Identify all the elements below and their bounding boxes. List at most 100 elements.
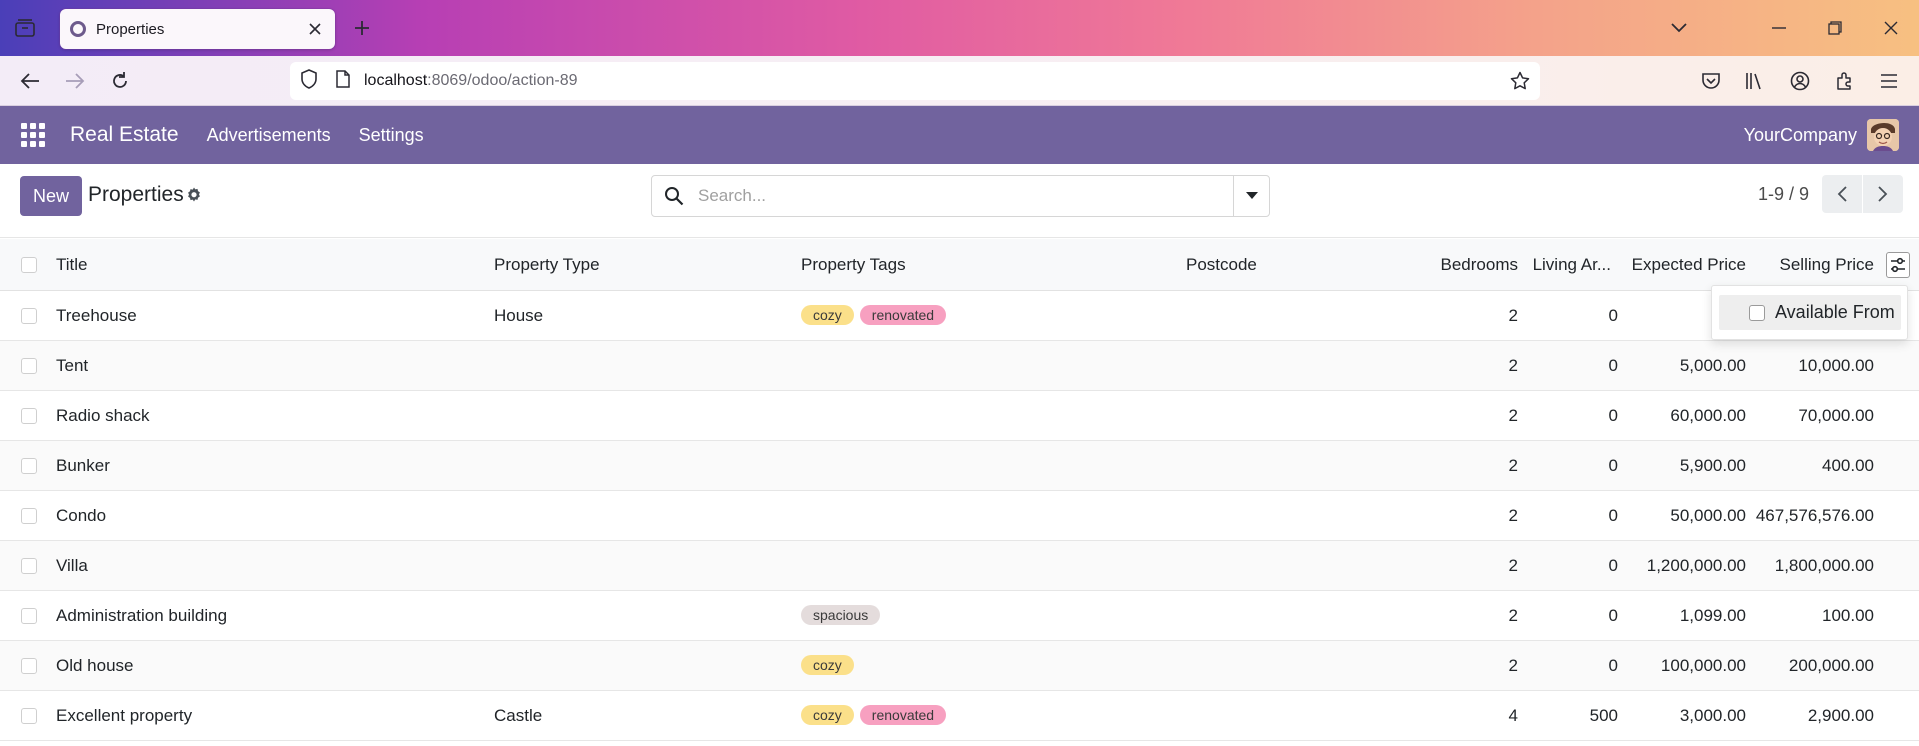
cell-bedrooms: 2 <box>1508 556 1518 575</box>
new-button[interactable]: New <box>20 176 82 216</box>
column-header-property-type[interactable]: Property Type <box>494 255 600 275</box>
page-title: Properties <box>88 183 184 206</box>
cell-expected-price: 50,000.00 <box>1670 506 1746 525</box>
table-row[interactable]: Tent 2 0 5,000.00 10,000.00 <box>0 341 1919 391</box>
pager-next-button[interactable] <box>1863 175 1903 213</box>
cell-title: Tent <box>56 356 89 375</box>
search-input[interactable] <box>698 186 1228 206</box>
cell-selling-price: 100.00 <box>1822 606 1874 625</box>
window-close-icon[interactable] <box>1863 0 1919 56</box>
row-checkbox[interactable] <box>21 708 37 724</box>
cell-title: Administration building <box>56 606 228 625</box>
cell-selling-price: 467,576,576.00 <box>1755 506 1874 525</box>
menu-advertisements[interactable]: Advertisements <box>207 125 331 146</box>
page-icon[interactable] <box>336 69 350 93</box>
table-row[interactable]: Old house cozy 2 0 100,000.00 200,000.00 <box>0 641 1919 691</box>
menu-settings[interactable]: Settings <box>359 125 424 146</box>
select-all-checkbox[interactable] <box>21 257 37 273</box>
row-checkbox[interactable] <box>21 458 37 474</box>
optional-column-available-from[interactable]: Available From <box>1719 295 1901 330</box>
column-header-selling-price[interactable]: Selling Price <box>1780 255 1875 275</box>
cell-title: Condo <box>56 506 107 525</box>
library-icon[interactable] <box>1742 68 1768 94</box>
cell-selling-price: 200,000.00 <box>1788 656 1874 675</box>
hamburger-menu-icon[interactable] <box>1876 68 1902 94</box>
gear-icon[interactable] <box>185 186 203 204</box>
table-row[interactable]: Bunker 2 0 5,900.00 400.00 <box>0 441 1919 491</box>
tag-badge: renovated <box>859 305 947 325</box>
table-row[interactable]: TreehouseHousecozyrenovated202,35 <box>0 291 1919 341</box>
company-switcher[interactable]: YourCompany <box>1744 125 1857 146</box>
table-row[interactable]: Administration building spacious 2 0 1,099.0… <box>0 591 1919 641</box>
app-brand[interactable]: Real Estate <box>70 123 179 147</box>
column-header-living-area[interactable]: Living Ar... <box>1533 255 1611 275</box>
cell-bedrooms: 2 <box>1508 306 1518 325</box>
back-arrow-icon[interactable] <box>17 68 43 94</box>
table-row[interactable]: Radio shack 2 0 60,000.00 70,000.00 <box>0 391 1919 441</box>
row-checkbox[interactable] <box>21 308 37 324</box>
table-header: Title Property Type Property Tags Postco… <box>0 239 1919 291</box>
user-avatar[interactable] <box>1867 119 1899 151</box>
close-icon[interactable] <box>305 19 325 39</box>
account-icon[interactable] <box>1787 68 1813 94</box>
cell-property-tags: cozy <box>801 655 860 675</box>
row-checkbox[interactable] <box>21 558 37 574</box>
pager-value[interactable]: 1-9 / 9 <box>1758 184 1809 205</box>
column-header-property-tags[interactable]: Property Tags <box>801 255 906 275</box>
search-options-dropdown-toggle[interactable] <box>1233 176 1269 216</box>
cell-living-area: 0 <box>1608 406 1618 425</box>
cell-expected-price: 100,000.00 <box>1660 656 1746 675</box>
bookmark-star-icon[interactable] <box>1510 71 1530 96</box>
table-row[interactable]: Excellent property Castle cozy renovated 4 50… <box>0 691 1919 741</box>
cell-bedrooms: 2 <box>1508 606 1518 625</box>
column-header-postcode[interactable]: Postcode <box>1186 255 1257 275</box>
odoo-favicon-icon <box>70 21 86 37</box>
row-checkbox[interactable] <box>21 508 37 524</box>
cell-bedrooms: 4 <box>1508 706 1518 725</box>
row-checkbox[interactable] <box>21 358 37 374</box>
table-row[interactable]: Villa 2 0 1,200,000.00 1,800,000.00 <box>0 541 1919 591</box>
apps-menu-icon[interactable] <box>20 122 46 148</box>
tag-badge: spacious <box>801 605 881 625</box>
restore-icon[interactable] <box>1807 0 1863 56</box>
tab-title: Properties <box>96 20 165 38</box>
forward-arrow-icon[interactable] <box>62 68 88 94</box>
tab-list-icon[interactable] <box>12 16 38 40</box>
cell-expected-price: 60,000.00 <box>1670 406 1746 425</box>
address-bar[interactable]: localhost:8069/odoo/action-89 <box>290 62 1540 100</box>
cell-title: Villa <box>56 556 88 575</box>
cell-title: Old house <box>56 656 134 675</box>
cell-property-type: Castle <box>494 706 543 725</box>
browser-tab-bar: Properties <box>0 0 1919 56</box>
cell-living-area: 500 <box>1589 706 1618 725</box>
cell-bedrooms: 2 <box>1508 356 1518 375</box>
extensions-icon[interactable] <box>1832 68 1858 94</box>
minimize-icon[interactable] <box>1751 0 1807 56</box>
optional-column-checkbox[interactable] <box>1749 304 1765 321</box>
pager-previous-button[interactable] <box>1822 175 1862 213</box>
cell-expected-price: 1,200,000.00 <box>1646 556 1746 575</box>
tab-overflow-chevron-icon[interactable] <box>1651 0 1707 56</box>
cell-living-area: 0 <box>1608 506 1618 525</box>
column-header-expected-price[interactable]: Expected Price <box>1632 255 1746 275</box>
row-checkbox[interactable] <box>21 608 37 624</box>
column-header-title[interactable]: Title <box>56 255 88 275</box>
cell-expected-price: 5,900.00 <box>1679 456 1746 475</box>
column-header-bedrooms[interactable]: Bedrooms <box>1441 255 1518 275</box>
shield-icon[interactable] <box>300 68 318 94</box>
url-text[interactable]: localhost:8069/odoo/action-89 <box>364 72 578 90</box>
reload-icon[interactable] <box>107 68 133 94</box>
browser-nav-bar: localhost:8069/odoo/action-89 <box>0 56 1919 106</box>
tag-badge: cozy <box>801 305 854 325</box>
cell-bedrooms: 2 <box>1508 656 1518 675</box>
table-row[interactable]: Condo 2 0 50,000.00 467,576,576.00 <box>0 491 1919 541</box>
cell-living-area: 0 <box>1608 556 1618 575</box>
pocket-icon[interactable] <box>1698 68 1724 94</box>
browser-tab-properties[interactable]: Properties <box>60 9 335 49</box>
cell-property-tags: spacious <box>801 605 886 625</box>
row-checkbox[interactable] <box>21 408 37 424</box>
row-checkbox[interactable] <box>21 658 37 674</box>
cell-bedrooms: 2 <box>1508 506 1518 525</box>
new-tab-plus-icon[interactable] <box>350 16 374 40</box>
optional-columns-toggler-icon[interactable] <box>1886 252 1910 278</box>
